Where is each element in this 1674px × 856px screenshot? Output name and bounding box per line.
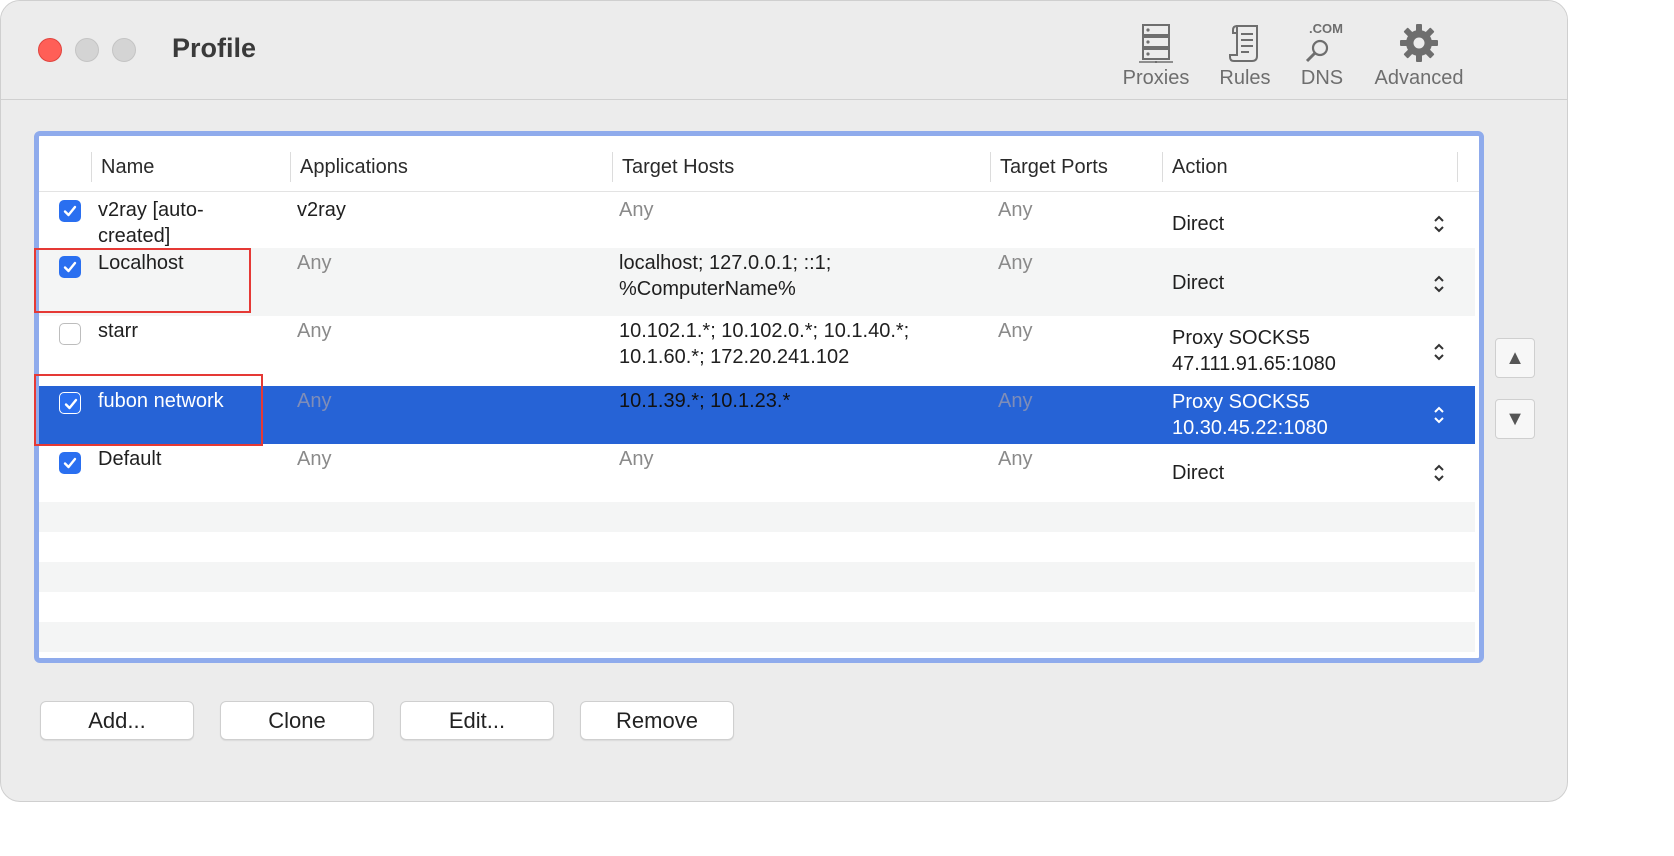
toolbar-advanced[interactable]: Advanced [1365, 19, 1473, 93]
table-header: Name Applications Target Hosts Target Po… [39, 136, 1479, 192]
table-row[interactable]: v2ray [auto-created] v2ray Any Any Direc… [39, 192, 1475, 248]
row-enabled-checkbox[interactable] [59, 392, 81, 414]
toolbar-dns[interactable]: .COM DNS [1293, 19, 1351, 93]
close-button[interactable] [38, 38, 62, 62]
row-enabled-checkbox[interactable] [59, 452, 81, 474]
row-action-select[interactable]: Direct [1172, 460, 1224, 486]
row-target-hosts: Any [619, 199, 654, 221]
row-target-hosts: localhost; 127.0.0.1; ::1; %ComputerName% [619, 252, 832, 300]
toolbar-rules[interactable]: Rules [1211, 19, 1279, 93]
toolbar-advanced-label: Advanced [1374, 67, 1464, 89]
scroll-icon [1229, 25, 1258, 62]
toolbar-proxies[interactable]: Proxies [1115, 19, 1197, 93]
row-name: v2ray [auto-created] [98, 199, 204, 247]
move-up-button[interactable]: ▲ [1495, 338, 1535, 378]
clone-button[interactable]: Clone [220, 701, 374, 740]
column-header-target-hosts[interactable]: Target Hosts [612, 152, 991, 182]
row-target-ports: Any [998, 252, 1033, 274]
row-name: Localhost [98, 252, 184, 274]
row-applications: Any [297, 320, 332, 342]
row-action-select[interactable]: Proxy SOCKS5 10.30.45.22:1080 [1172, 389, 1328, 441]
row-action-select[interactable]: Direct [1172, 211, 1224, 237]
row-target-hosts: 10.1.39.*; 10.1.23.* [619, 390, 791, 412]
column-header-name[interactable]: Name [91, 152, 291, 182]
table-row[interactable]: starr Any 10.102.1.*; 10.102.0.*; 10.1.4… [39, 316, 1475, 386]
column-header-applications[interactable]: Applications [290, 152, 612, 182]
row-name: Default [98, 448, 162, 470]
chevron-updown-icon[interactable] [1432, 273, 1446, 295]
table-row-selected[interactable]: fubon network Any 10.1.39.*; 10.1.23.* A… [39, 386, 1475, 444]
row-enabled-checkbox[interactable] [59, 256, 81, 278]
row-applications: Any [297, 252, 332, 274]
toolbar-dns-label: DNS [1300, 67, 1344, 89]
row-applications: v2ray [297, 199, 346, 221]
move-down-button[interactable]: ▼ [1495, 399, 1535, 439]
empty-row [39, 532, 1475, 562]
chevron-updown-icon[interactable] [1432, 341, 1446, 363]
row-action-select[interactable]: Direct [1172, 270, 1224, 296]
profile-rules-table[interactable]: Name Applications Target Hosts Target Po… [34, 131, 1484, 663]
row-target-ports: Any [998, 390, 1033, 412]
triangle-up-icon: ▲ [1505, 346, 1525, 369]
add-button[interactable]: Add... [40, 701, 194, 740]
window-title: Profile [172, 33, 257, 63]
empty-row [39, 592, 1475, 622]
column-header-action[interactable]: Action [1162, 152, 1458, 182]
titlebar: Profile Proxies Rules .COM DNS Advanced [1, 1, 1567, 100]
row-target-ports: Any [998, 199, 1033, 221]
row-applications: Any [297, 390, 332, 412]
empty-row [39, 562, 1475, 592]
row-target-hosts: Any [619, 448, 654, 470]
row-enabled-checkbox[interactable] [59, 200, 81, 222]
zoom-button[interactable] [112, 38, 136, 62]
table-row[interactable]: Default Any Any Any Direct [39, 444, 1475, 502]
empty-row [39, 622, 1475, 652]
column-header-target-ports[interactable]: Target Ports [990, 152, 1163, 182]
minimize-button[interactable] [75, 38, 99, 62]
row-enabled-checkbox[interactable] [59, 323, 81, 345]
chevron-updown-icon[interactable] [1432, 404, 1446, 426]
server-icon [1139, 24, 1173, 63]
chevron-updown-icon[interactable] [1432, 462, 1446, 484]
checkmark-icon [63, 205, 77, 217]
empty-row [39, 502, 1475, 532]
row-action-select[interactable]: Proxy SOCKS5 47.111.91.65:1080 [1172, 325, 1336, 377]
toolbar-proxies-label: Proxies [1122, 67, 1190, 89]
row-name: fubon network [98, 390, 224, 412]
row-applications: Any [297, 448, 332, 470]
checkmark-icon [63, 457, 77, 469]
row-name: starr [98, 320, 138, 342]
profile-window: Profile Proxies Rules .COM DNS Advanced … [0, 0, 1568, 802]
triangle-down-icon: ▼ [1505, 407, 1525, 430]
row-target-ports: Any [998, 320, 1033, 342]
row-target-hosts: 10.102.1.*; 10.102.0.*; 10.1.40.*; 10.1.6… [619, 320, 910, 368]
chevron-updown-icon[interactable] [1432, 213, 1446, 235]
dns-icon-text: .COM [1309, 21, 1343, 36]
table-row[interactable]: Localhost Any localhost; 127.0.0.1; ::1;… [39, 248, 1475, 316]
row-target-ports: Any [998, 448, 1033, 470]
toolbar-rules-label: Rules [1219, 67, 1271, 89]
gear-icon [1400, 24, 1438, 62]
checkmark-icon [63, 261, 77, 273]
edit-button[interactable]: Edit... [400, 701, 554, 740]
checkmark-icon [64, 398, 78, 410]
remove-button[interactable]: Remove [580, 701, 734, 740]
